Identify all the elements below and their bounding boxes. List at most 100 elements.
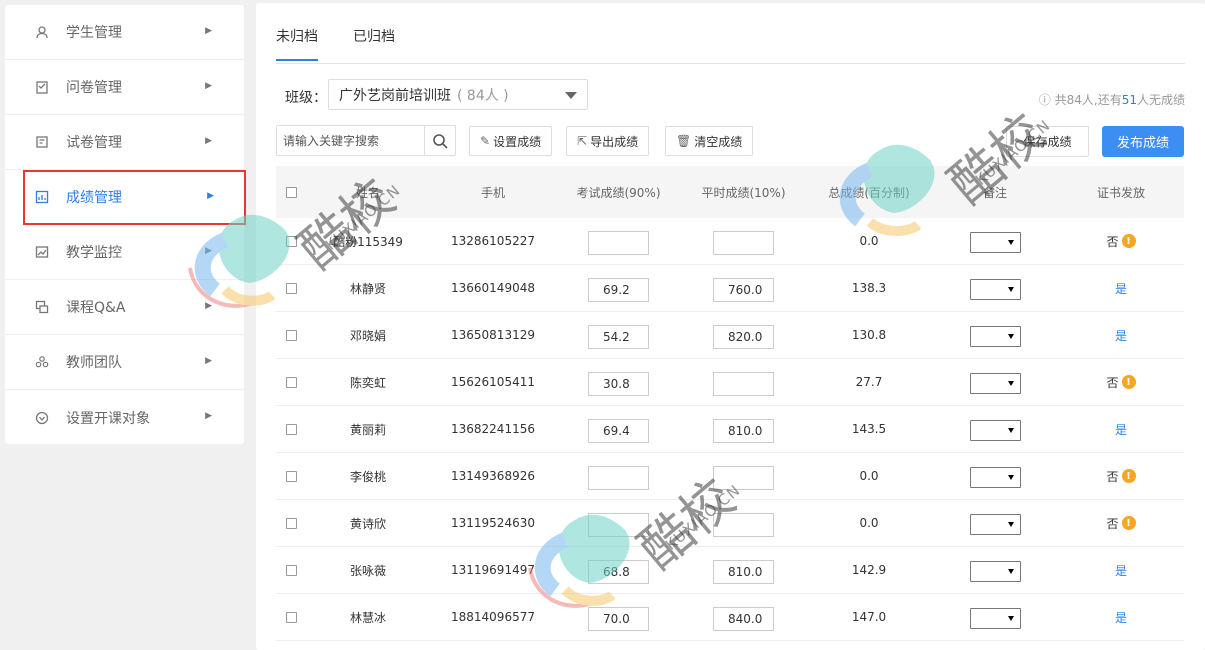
row-checkbox[interactable] xyxy=(285,517,297,529)
row-checkbox[interactable] xyxy=(285,376,297,388)
table-row: 林静贤 13660149048 69.2 760.0 138.3 是 xyxy=(276,265,1184,312)
sidebar-item-label: 教师团队 xyxy=(66,355,122,371)
sidebar-item-team[interactable]: 教师团队 ▶ xyxy=(5,335,244,390)
total-score: 130.8 xyxy=(851,328,887,342)
chevron-right-icon: ▶ xyxy=(205,301,212,311)
tab-unarchived[interactable]: 未归档 xyxy=(276,26,318,61)
cert-status[interactable]: 是 xyxy=(1115,562,1127,579)
search-box xyxy=(276,125,456,156)
usual-score-input[interactable] xyxy=(713,371,774,396)
total-score: 143.5 xyxy=(851,422,887,436)
usual-score-input[interactable]: 840.0 xyxy=(713,606,774,631)
clear-score-label: 清空成绩 xyxy=(694,134,743,149)
class-label: 班级： xyxy=(285,90,327,106)
total-score: 142.9 xyxy=(851,563,887,577)
row-checkbox[interactable] xyxy=(285,423,297,435)
remark-select[interactable] xyxy=(969,513,1021,535)
exam-score-input[interactable]: 68.8 xyxy=(588,559,649,584)
cert-status: 否 xyxy=(1106,375,1119,390)
remark-select[interactable] xyxy=(969,325,1021,347)
row-checkbox[interactable] xyxy=(285,564,297,576)
usual-score-input[interactable]: 820.0 xyxy=(713,324,774,349)
exam-score-input[interactable]: 70.0 xyxy=(588,606,649,631)
row-checkbox[interactable] xyxy=(285,470,297,482)
row-checkbox[interactable] xyxy=(285,282,297,294)
student-phone: 13682241156 xyxy=(451,422,535,436)
warning-icon[interactable]: ! xyxy=(1121,516,1136,530)
cert-status[interactable]: 是 xyxy=(1115,421,1127,438)
table-header: 姓名 手机 考试成绩(90%) 平时成绩(10%) 总成绩(百分制) 备注 证书… xyxy=(276,166,1184,218)
search-icon xyxy=(433,133,448,149)
sidebar: 学生管理 ▶ 问卷管理 ▶ 试卷管理 ▶ 成绩管理 ▶ 教学监控 ▶ 课程Q&A xyxy=(5,5,246,445)
save-score-button[interactable]: 保存成绩 xyxy=(1006,126,1089,157)
sidebar-item-grades[interactable]: 成绩管理 ▶ xyxy=(23,170,246,225)
table-row: 李俊桃 13149368926 0.0 否! xyxy=(276,453,1184,500)
total-score: 147.0 xyxy=(851,610,887,624)
table-row: 黄诗欣 13119524630 0.0 否! xyxy=(276,500,1184,547)
exam-score-input[interactable]: 30.8 xyxy=(588,371,649,396)
sidebar-item-label: 教学监控 xyxy=(66,245,122,261)
export-score-button[interactable]: ⇱ 导出成绩 xyxy=(566,126,650,156)
sidebar-item-label: 试卷管理 xyxy=(66,135,122,151)
warning-icon[interactable]: ! xyxy=(1121,234,1136,248)
student-name: 张咏薇 xyxy=(349,563,386,578)
usual-score-input[interactable]: 760.0 xyxy=(713,277,774,302)
exam-score-input[interactable]: 54.2 xyxy=(588,324,649,349)
sidebar-item-target[interactable]: 设置开课对象 ▶ xyxy=(5,390,244,445)
warning-icon[interactable]: ! xyxy=(1121,469,1136,483)
stats-prefix: 共84人,还有 xyxy=(1054,93,1122,107)
qa-icon xyxy=(35,300,49,314)
usual-score-input[interactable] xyxy=(713,230,774,255)
remark-select[interactable] xyxy=(969,278,1021,300)
student-phone: 13660149048 xyxy=(451,281,535,295)
chevron-right-icon: ▶ xyxy=(205,246,212,256)
search-input[interactable] xyxy=(277,126,424,155)
sidebar-item-exam[interactable]: 试卷管理 ▶ xyxy=(5,115,244,170)
row-checkbox[interactable] xyxy=(285,329,297,341)
student-name: 黄诗欣 xyxy=(349,516,386,531)
sidebar-item-qa[interactable]: 课程Q&A ▶ xyxy=(5,280,244,335)
remark-select[interactable] xyxy=(969,466,1021,488)
info-icon: ⓘ xyxy=(1038,93,1051,107)
exam-score-input[interactable] xyxy=(588,512,649,537)
search-button[interactable] xyxy=(424,126,455,155)
clear-score-button[interactable]: 🗑 清空成绩 xyxy=(665,126,754,156)
cert-status[interactable]: 是 xyxy=(1115,609,1127,626)
set-score-button[interactable]: ✎ 设置成绩 xyxy=(469,126,553,156)
remark-select[interactable] xyxy=(969,607,1021,629)
usual-score-input[interactable]: 810.0 xyxy=(713,418,774,443)
remark-select[interactable] xyxy=(969,372,1021,394)
exam-score-input[interactable]: 69.2 xyxy=(588,277,649,302)
publish-score-button[interactable]: 发布成绩 xyxy=(1102,126,1184,157)
row-checkbox[interactable] xyxy=(285,611,297,623)
cert-status[interactable]: 是 xyxy=(1115,280,1127,297)
remark-select[interactable] xyxy=(969,231,1021,253)
cert-status: 否 xyxy=(1106,234,1119,249)
sidebar-item-monitor[interactable]: 教学监控 ▶ xyxy=(5,225,244,280)
table-row: 邓晓娟 13650813129 54.2 820.0 130.8 是 xyxy=(276,312,1184,359)
score-table: 姓名 手机 考试成绩(90%) 平时成绩(10%) 总成绩(百分制) 备注 证书… xyxy=(276,166,1184,641)
student-phone: 13286105227 xyxy=(451,234,535,248)
exam-score-input[interactable] xyxy=(588,465,649,490)
sidebar-item-survey[interactable]: 问卷管理 ▶ xyxy=(5,60,244,115)
export-score-label: 导出成绩 xyxy=(590,134,639,149)
exam-score-input[interactable] xyxy=(588,230,649,255)
header-name: 姓名 xyxy=(355,185,380,200)
student-name: 黄丽莉 xyxy=(349,422,386,437)
usual-score-input[interactable] xyxy=(713,512,774,537)
tab-archived[interactable]: 已归档 xyxy=(353,26,395,46)
usual-score-input[interactable]: 810.0 xyxy=(713,559,774,584)
class-select[interactable]: 广外艺岗前培训班 ( 84人 ) xyxy=(328,79,588,110)
stats-count: 51 xyxy=(1121,93,1137,107)
sidebar-item-student[interactable]: 学生管理 ▶ xyxy=(5,5,244,60)
select-all-checkbox[interactable] xyxy=(285,186,297,198)
student-phone: 13650813129 xyxy=(451,328,535,342)
score-stats: ⓘ 共84人,还有51人无成绩 xyxy=(1039,91,1185,108)
exam-score-input[interactable]: 69.4 xyxy=(588,418,649,443)
usual-score-input[interactable] xyxy=(713,465,774,490)
remark-select[interactable] xyxy=(969,560,1021,582)
row-checkbox[interactable] xyxy=(285,235,297,247)
cert-status[interactable]: 是 xyxy=(1115,327,1127,344)
warning-icon[interactable]: ! xyxy=(1121,375,1136,389)
remark-select[interactable] xyxy=(969,419,1021,441)
